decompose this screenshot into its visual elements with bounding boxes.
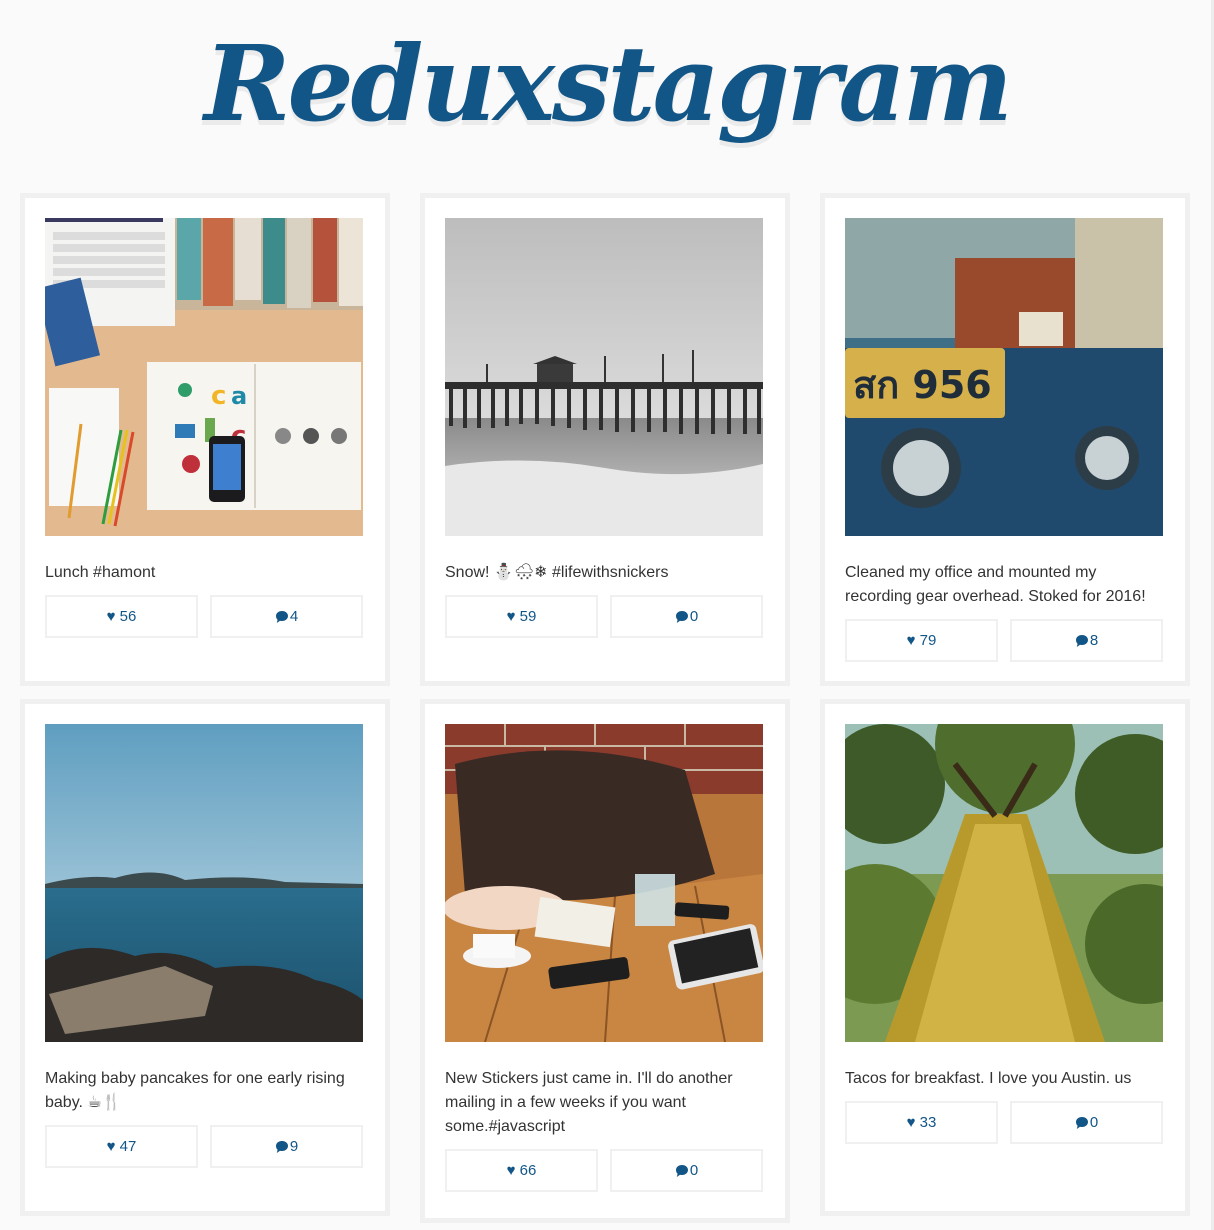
comments-button[interactable]: 4 bbox=[210, 595, 363, 638]
like-button[interactable]: ♥ 66 bbox=[445, 1149, 598, 1192]
post-card: Tacos for breakfast. I love you Austin. … bbox=[820, 699, 1190, 1216]
post-photo-pier[interactable] bbox=[445, 218, 763, 536]
comments-button[interactable]: 0 bbox=[610, 595, 763, 638]
app-logo[interactable]: Reduxstagram bbox=[0, 22, 1214, 145]
post-controls: ♥ 79 8 bbox=[845, 619, 1163, 662]
speech-bubble-icon bbox=[1075, 1116, 1089, 1130]
comments-button[interactable]: 8 bbox=[1010, 619, 1163, 662]
comment-count: 9 bbox=[289, 1138, 299, 1155]
post-caption: Cleaned my office and mounted my recordi… bbox=[845, 564, 1146, 605]
like-count: ♥ 33 bbox=[906, 1114, 937, 1131]
like-count: ♥ 59 bbox=[506, 608, 537, 625]
post-card: New Stickers just came in. I'll do anoth… bbox=[420, 699, 790, 1223]
post-caption: Lunch #hamont bbox=[45, 564, 156, 581]
like-button[interactable]: ♥ 59 bbox=[445, 595, 598, 638]
post-controls: ♥ 66 0 bbox=[445, 1149, 763, 1192]
comment-count: 0 bbox=[689, 608, 699, 625]
post-caption: Making baby pancakes for one early risin… bbox=[45, 1070, 345, 1111]
comments-button[interactable]: 0 bbox=[1010, 1101, 1163, 1144]
comment-count: 0 bbox=[689, 1162, 699, 1179]
speech-bubble-icon bbox=[275, 1140, 289, 1154]
post-photo-tuktuk[interactable]: สก 956 bbox=[845, 218, 1163, 536]
speech-bubble-icon bbox=[1075, 634, 1089, 648]
like-count: ♥ 66 bbox=[506, 1162, 537, 1179]
speech-bubble-icon bbox=[675, 1164, 689, 1178]
comments-button[interactable]: 9 bbox=[210, 1125, 363, 1168]
comment-count: 0 bbox=[1089, 1114, 1099, 1131]
comment-count: 8 bbox=[1089, 632, 1099, 649]
svg-text:สก 956: สก 956 bbox=[853, 363, 992, 407]
like-count: ♥ 47 bbox=[106, 1138, 137, 1155]
post-card: c a c Lunch #hamont ♥ 56 4 bbox=[20, 193, 390, 686]
post-photo-desk[interactable]: c a c bbox=[45, 218, 363, 536]
post-controls: ♥ 47 9 bbox=[45, 1125, 363, 1168]
post-controls: ♥ 59 0 bbox=[445, 595, 763, 638]
comments-button[interactable]: 0 bbox=[610, 1149, 763, 1192]
post-photo-table[interactable] bbox=[445, 724, 763, 1042]
post-card: Snow! ⛄🌨❄ #lifewithsnickers ♥ 59 0 bbox=[420, 193, 790, 686]
svg-text:c: c bbox=[211, 381, 226, 411]
speech-bubble-icon bbox=[275, 610, 289, 624]
post-photo-coast[interactable] bbox=[45, 724, 363, 1042]
like-button[interactable]: ♥ 33 bbox=[845, 1101, 998, 1144]
like-count: ♥ 56 bbox=[106, 608, 137, 625]
like-button[interactable]: ♥ 47 bbox=[45, 1125, 198, 1168]
like-count: ♥ 79 bbox=[906, 632, 937, 649]
post-controls: ♥ 56 4 bbox=[45, 595, 363, 638]
post-card: สก 956 Cleaned my office and mounted my … bbox=[820, 193, 1190, 686]
post-caption: New Stickers just came in. I'll do anoth… bbox=[445, 1070, 733, 1135]
comment-count: 4 bbox=[289, 608, 299, 625]
like-button[interactable]: ♥ 56 bbox=[45, 595, 198, 638]
post-caption: Snow! ⛄🌨❄ #lifewithsnickers bbox=[445, 564, 669, 581]
post-controls: ♥ 33 0 bbox=[845, 1101, 1163, 1144]
svg-text:a: a bbox=[231, 382, 247, 410]
post-card: Making baby pancakes for one early risin… bbox=[20, 699, 390, 1216]
post-caption: Tacos for breakfast. I love you Austin. … bbox=[845, 1070, 1132, 1087]
post-photo-mossy-tree[interactable] bbox=[845, 724, 1163, 1042]
like-button[interactable]: ♥ 79 bbox=[845, 619, 998, 662]
speech-bubble-icon bbox=[675, 610, 689, 624]
